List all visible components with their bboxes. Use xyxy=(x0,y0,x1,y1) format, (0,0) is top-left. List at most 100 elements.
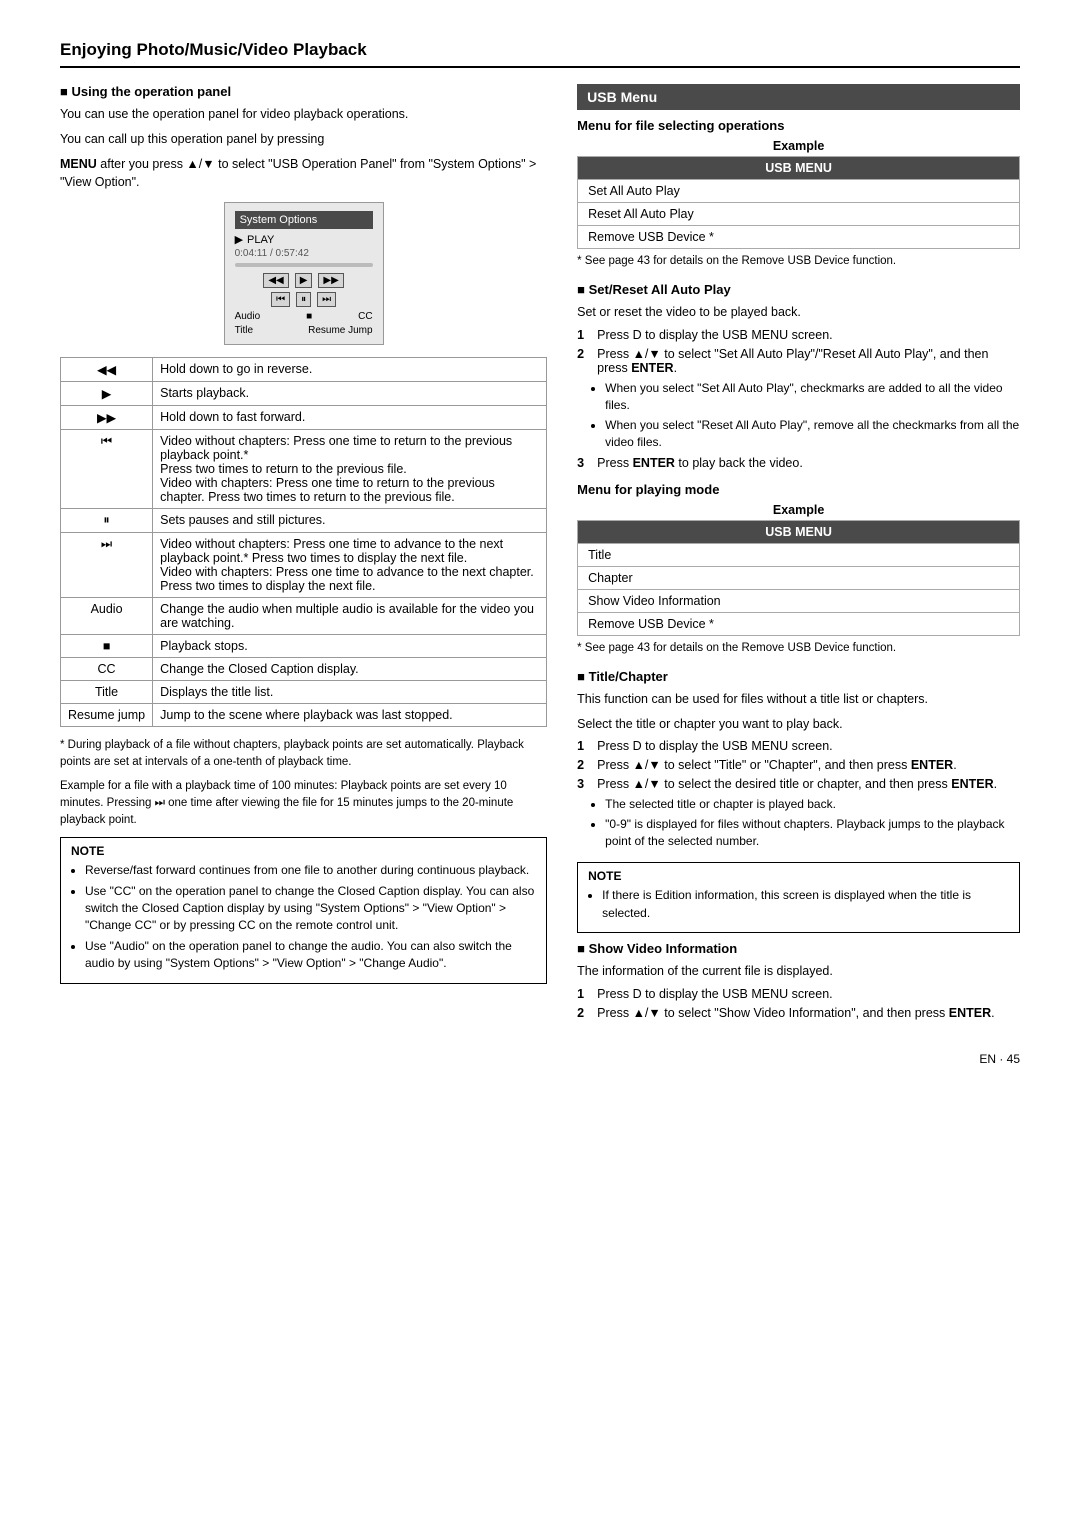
file-selecting-footnote: * See page 43 for details on the Remove … xyxy=(577,253,1020,270)
list-item: Chapter xyxy=(578,566,1020,589)
step-item: 2Press ▲/▼ to select "Set All Auto Play"… xyxy=(577,347,1020,375)
show-video-desc: The information of the current file is d… xyxy=(577,962,1020,981)
description-cell: Change the Closed Caption display. xyxy=(153,658,547,681)
using-panel-section: ■ Using the operation panel You can use … xyxy=(60,84,547,345)
description-cell: Video without chapters: Press one time t… xyxy=(153,533,547,598)
cc-label: CC xyxy=(358,311,372,322)
table-row: ⏮Video without chapters: Press one time … xyxy=(61,430,547,509)
step-number: 3 xyxy=(577,456,591,470)
note-box-1: NOTE Reverse/fast forward continues from… xyxy=(60,837,547,983)
table-row: ⏭Video without chapters: Press one time … xyxy=(61,533,547,598)
next-button[interactable]: ⏭ xyxy=(317,292,336,307)
footnote-chapters: * During playback of a file without chap… xyxy=(60,737,547,772)
step-text: Press ▲/▼ to select "Show Video Informat… xyxy=(597,1006,994,1020)
page-title: Enjoying Photo/Music/Video Playback xyxy=(60,40,1020,68)
usb-menu-header: USB Menu xyxy=(577,84,1020,110)
panel-header: System Options xyxy=(235,211,373,229)
prev-button[interactable]: ⏮ xyxy=(271,292,290,307)
list-item: Set All Auto Play xyxy=(578,180,1020,203)
symbol-cell: Title xyxy=(61,681,153,704)
rewind-button[interactable]: ◀◀ xyxy=(263,273,288,288)
right-column: USB Menu Menu for file selecting operati… xyxy=(577,84,1020,1032)
operation-panel-mockup: System Options ▶ PLAY 0:04:11 / 0:57:42 … xyxy=(224,202,384,345)
step-text: Press D to display the USB MENU screen. xyxy=(597,987,833,1001)
step-text: Press D to display the USB MENU screen. xyxy=(597,739,833,753)
note-title-2: NOTE xyxy=(588,869,1009,883)
list-item: Remove USB Device * xyxy=(578,226,1020,249)
menu-item-cell: Title xyxy=(578,543,1020,566)
file-selecting-menu-table: USB MENUSet All Auto PlayReset All Auto … xyxy=(577,156,1020,249)
description-cell: Sets pauses and still pictures. xyxy=(153,509,547,533)
menu-item-cell: Reset All Auto Play xyxy=(578,203,1020,226)
audio-label: Audio xyxy=(235,311,261,322)
step-text: Press ENTER to play back the video. xyxy=(597,456,803,470)
fast-forward-button[interactable]: ▶▶ xyxy=(318,273,343,288)
panel-labels-row2: Title Resume Jump xyxy=(235,325,373,336)
table-row: Resume jumpJump to the scene where playb… xyxy=(61,704,547,727)
description-cell: Starts playback. xyxy=(153,382,547,406)
step-number: 3 xyxy=(577,777,591,791)
set-reset-title: ■ Set/Reset All Auto Play xyxy=(577,282,1020,297)
set-reset-steps: 1 Press D to display the USB MENU screen.… xyxy=(577,328,1020,470)
playing-mode-title: Menu for playing mode xyxy=(577,482,1020,497)
description-cell: Playback stops. xyxy=(153,635,547,658)
symbol-cell: ■ xyxy=(61,635,153,658)
table-row: ▶▶Hold down to fast forward. xyxy=(61,406,547,430)
title-chapter-desc1: This function can be used for files with… xyxy=(577,690,1020,709)
square-icon-3: ■ xyxy=(577,669,588,684)
resume-label: Resume Jump xyxy=(308,325,372,336)
panel-play-label: PLAY xyxy=(247,234,274,246)
step-number: 2 xyxy=(577,758,591,772)
list-item: If there is Edition information, this sc… xyxy=(602,887,1009,922)
title-chapter-steps: 1 Press D to display the USB MENU screen.… xyxy=(577,739,1020,850)
menu-item-cell: Show Video Information xyxy=(578,589,1020,612)
playing-mode-menu-table: USB MENUTitleChapterShow Video Informati… xyxy=(577,520,1020,636)
step-number: 1 xyxy=(577,987,591,1001)
menu-item-cell: Remove USB Device * xyxy=(578,226,1020,249)
progress-bar xyxy=(235,263,373,267)
para3-rest: after you press ▲/▼ to select "USB Opera… xyxy=(60,157,536,190)
operations-table: ◀◀Hold down to go in reverse.▶Starts pla… xyxy=(60,357,547,727)
set-reset-section: ■ Set/Reset All Auto Play Set or reset t… xyxy=(577,282,1020,469)
transport-buttons-row1: ◀◀ ▶ ▶▶ xyxy=(235,273,373,288)
show-video-section: ■ Show Video Information The information… xyxy=(577,941,1020,1020)
description-cell: Hold down to fast forward. xyxy=(153,406,547,430)
panel-play-row: ▶ PLAY xyxy=(235,233,373,246)
symbol-cell: ⏮ xyxy=(61,430,153,509)
step-number: 1 xyxy=(577,328,591,342)
step-number: 2 xyxy=(577,1006,591,1020)
title-label: Title xyxy=(235,325,254,336)
play-triangle-icon: ▶ xyxy=(235,233,243,246)
transport-buttons-row2: ⏮ ⏸ ⏭ xyxy=(235,292,373,307)
step-number: 1 xyxy=(577,739,591,753)
symbol-cell: ⏭ xyxy=(61,533,153,598)
title-chapter-desc2: Select the title or chapter you want to … xyxy=(577,715,1020,734)
set-reset-description: Set or reset the video to be played back… xyxy=(577,303,1020,322)
example-label-1: Example xyxy=(577,139,1020,153)
symbol-cell: Resume jump xyxy=(61,704,153,727)
pause-button[interactable]: ⏸ xyxy=(296,292,311,307)
symbol-cell: ⏸ xyxy=(61,509,153,533)
list-item: Reverse/fast forward continues from one … xyxy=(85,862,536,879)
symbol-cell: ▶ xyxy=(61,382,153,406)
step-text: Press ▲/▼ to select the desired title or… xyxy=(597,777,997,791)
menu-item-cell: Set All Auto Play xyxy=(578,180,1020,203)
list-item: "0-9" is displayed for files without cha… xyxy=(605,816,1020,851)
list-item: Reset All Auto Play xyxy=(578,203,1020,226)
playing-mode-section: Menu for playing mode Example USB MENUTi… xyxy=(577,482,1020,657)
step-item: 1 Press D to display the USB MENU screen. xyxy=(577,987,1020,1001)
step-bullets: When you select "Set All Auto Play", che… xyxy=(577,380,1020,452)
table-row: ▶Starts playback. xyxy=(61,382,547,406)
play-button[interactable]: ▶ xyxy=(295,273,313,288)
square-icon-4: ■ xyxy=(577,941,588,956)
menu-item-cell: Chapter xyxy=(578,566,1020,589)
step-item: 1 Press D to display the USB MENU screen. xyxy=(577,739,1020,753)
file-selecting-title: Menu for file selecting operations xyxy=(577,118,1020,133)
list-item: Use "CC" on the operation panel to chang… xyxy=(85,883,536,935)
description-cell: Displays the title list. xyxy=(153,681,547,704)
table-row: CCChange the Closed Caption display. xyxy=(61,658,547,681)
note-box-2: NOTE If there is Edition information, th… xyxy=(577,862,1020,933)
list-item: Show Video Information xyxy=(578,589,1020,612)
symbol-cell: ▶▶ xyxy=(61,406,153,430)
step-text: Press D to display the USB MENU screen. xyxy=(597,328,833,342)
